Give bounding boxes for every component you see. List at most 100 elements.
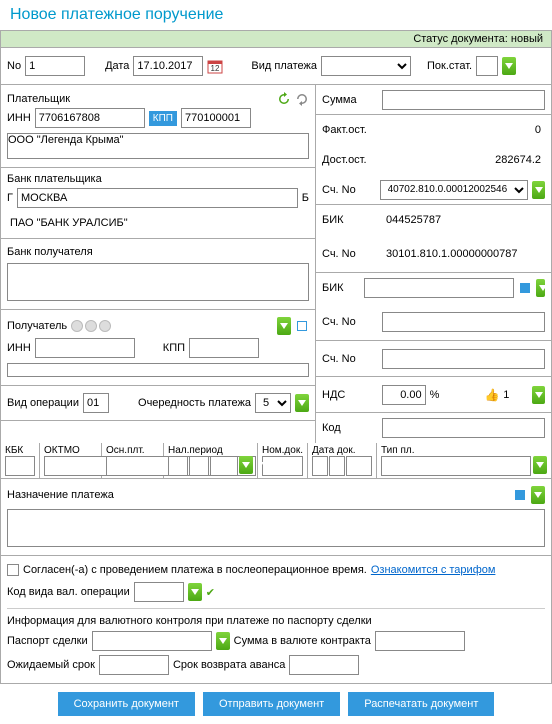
datadok-label: Дата док. — [312, 445, 372, 456]
pokstat-dropdown-icon[interactable] — [502, 57, 516, 75]
tippl-arrow-icon[interactable] — [533, 456, 547, 474]
sum-input[interactable] — [382, 90, 545, 110]
refresh-icon[interactable] — [277, 92, 291, 106]
osn-label: Осн.плт. — [106, 445, 159, 456]
kpp-badge[interactable]: КПП — [149, 111, 177, 126]
sch-select[interactable]: 40702.810.0.00012002546 — [380, 180, 528, 200]
bik-arrow-icon[interactable] — [536, 279, 545, 297]
payer-bank-title: Банк плательщика — [7, 173, 309, 185]
recipient-dropdown-icon[interactable] — [277, 317, 291, 335]
datadok-input-3[interactable] — [346, 456, 372, 476]
priority-select[interactable]: 5 — [255, 393, 291, 413]
nomdok-label: Ном.док. — [262, 445, 303, 456]
passport-arrow-icon[interactable] — [216, 632, 230, 650]
recipient-inn-label: ИНН — [7, 342, 31, 354]
save-button[interactable]: Сохранить документ — [58, 692, 195, 716]
fact-label: Факт.ост. — [322, 124, 378, 136]
consent-text: Согласен(-а) с проведением платежа в пос… — [23, 564, 367, 576]
print-button[interactable]: Распечатать документ — [348, 692, 494, 716]
priority-label: Очередность платежа — [138, 397, 251, 409]
sch2-value: 30101.810.1.00000000787 — [382, 248, 545, 260]
bik2-input[interactable] — [364, 278, 514, 298]
return-input[interactable] — [289, 655, 359, 675]
datadok-input-2[interactable] — [329, 456, 345, 476]
kod-input[interactable] — [382, 418, 545, 438]
send-button[interactable]: Отправить документ — [203, 692, 340, 716]
sch4-label: Сч. No — [322, 353, 378, 365]
fact-value: 0 — [382, 124, 545, 136]
return-label: Срок возврата аванса — [173, 659, 285, 671]
page-title: Новое платежное поручение — [0, 0, 552, 30]
payer-title: Плательщик — [7, 93, 273, 105]
tippl-label: Тип пл. — [381, 445, 547, 456]
valop-input[interactable] — [134, 582, 184, 602]
recipient-kpp-input[interactable] — [189, 338, 259, 358]
recipient-bank-input[interactable] — [7, 263, 309, 301]
status-dots — [71, 320, 111, 332]
date-input[interactable] — [133, 56, 203, 76]
paytype-select[interactable] — [321, 56, 411, 76]
city-label: Г — [7, 192, 13, 204]
valsum-label: Сумма в валюте контракта — [234, 635, 371, 647]
sch-label: Сч. No — [322, 184, 376, 196]
purpose-arrow-icon[interactable] — [531, 486, 545, 504]
dost-label: Дост.ост. — [322, 154, 378, 166]
pokstat-label: Пок.стат. — [427, 60, 472, 72]
optype-input[interactable] — [83, 393, 109, 413]
expected-label: Ожидаемый срок — [7, 659, 95, 671]
valsum-input[interactable] — [375, 631, 465, 651]
sch-arrow-icon[interactable] — [532, 181, 545, 199]
dost-value: 282674.2 — [382, 154, 545, 166]
tariff-link[interactable]: Ознакомится с тарифом — [371, 564, 496, 576]
nds-pct: % — [430, 389, 482, 401]
nalper-input-1[interactable] — [168, 456, 188, 476]
pokstat-input[interactable] — [476, 56, 498, 76]
bik-value: 044525787 — [382, 214, 545, 226]
nalper-input-3[interactable] — [210, 456, 238, 476]
sch4-input[interactable] — [382, 349, 545, 369]
priority-arrow-icon[interactable] — [295, 394, 309, 412]
nalper-arrow-icon[interactable] — [239, 456, 253, 474]
sum-label: Сумма — [322, 94, 378, 106]
paytype-label: Вид платежа — [251, 60, 317, 72]
sch3-label: Сч. No — [322, 316, 378, 328]
recipient-title: Получатель — [7, 320, 67, 332]
book-icon[interactable] — [295, 319, 309, 333]
nds-arrow-icon[interactable] — [532, 386, 545, 404]
passport-input[interactable] — [92, 631, 212, 651]
bik-book-icon[interactable] — [518, 281, 532, 295]
no-input[interactable] — [25, 56, 85, 76]
purpose-input[interactable] — [7, 509, 545, 547]
recipient-name-input[interactable] — [7, 363, 309, 377]
calendar-icon[interactable]: 12 — [207, 58, 223, 74]
payer-bank-name — [7, 213, 309, 233]
city-input[interactable] — [17, 188, 298, 208]
header-row: No Дата 12 Вид платежа Пок.стат. — [1, 48, 551, 85]
payer-kpp-input[interactable] — [181, 108, 251, 128]
consent-checkbox[interactable] — [7, 564, 19, 576]
refresh-icon-2[interactable] — [295, 92, 309, 106]
payer-inn-input[interactable] — [35, 108, 145, 128]
tippl-input[interactable] — [381, 456, 531, 476]
oktmo-label: ОКТМО — [44, 445, 97, 456]
sch3-input[interactable] — [382, 312, 545, 332]
status-bar: Статус документа: новый — [0, 30, 552, 48]
expected-input[interactable] — [99, 655, 169, 675]
kbk-input[interactable] — [5, 456, 35, 476]
valop-check-icon[interactable]: ✔ — [206, 586, 215, 599]
sch2-label: Сч. No — [322, 248, 378, 260]
bik2-label: БИК — [322, 282, 360, 294]
nds-label: НДС — [322, 389, 374, 401]
inn-label: ИНН — [7, 112, 31, 124]
recipient-inn-input[interactable] — [35, 338, 135, 358]
valop-arrow-icon[interactable] — [188, 583, 202, 601]
payer-name-input[interactable]: ООО "Легенда Крыма" — [7, 133, 309, 159]
purpose-book-icon[interactable] — [513, 488, 527, 502]
thumb-up-icon[interactable]: 👍 — [485, 388, 499, 402]
recipient-bank-title: Банк получателя — [7, 246, 309, 258]
city-suffix: Б — [302, 192, 309, 204]
kbk-label: КБК — [5, 445, 35, 456]
nds-input[interactable] — [382, 385, 426, 405]
valop-label: Код вида вал. операции — [7, 586, 130, 598]
datadok-input-1[interactable] — [312, 456, 328, 476]
